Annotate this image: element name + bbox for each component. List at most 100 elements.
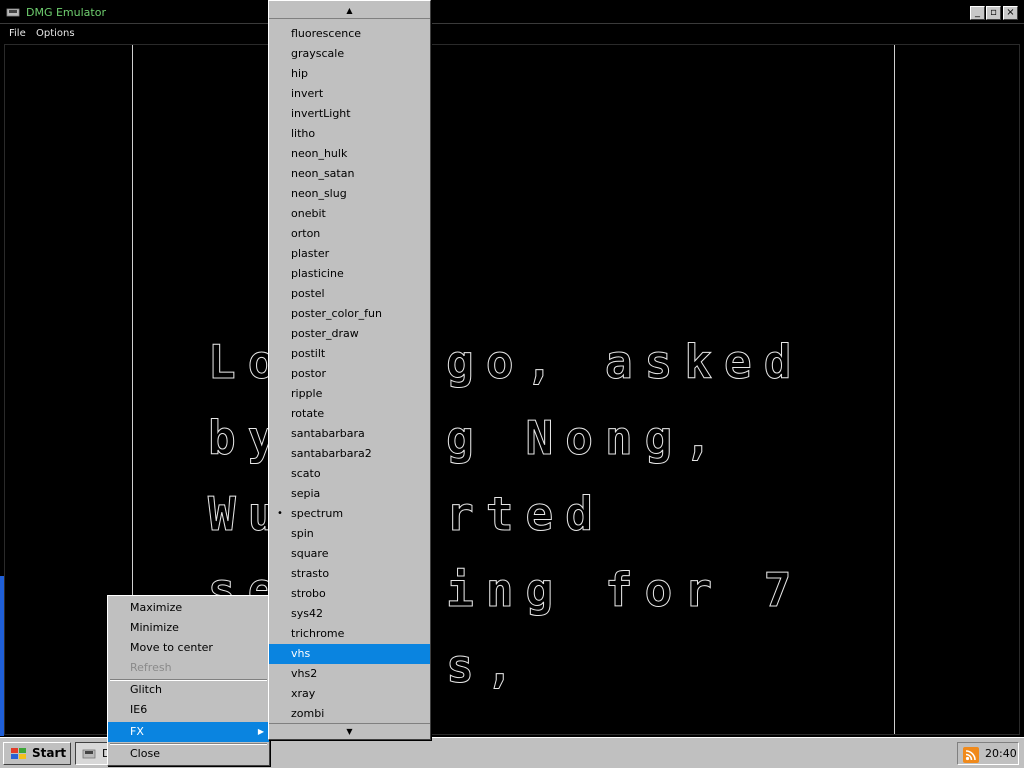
fx-item-label: fluorescence xyxy=(291,27,362,40)
window-title: DMG Emulator xyxy=(26,6,106,19)
fx-item-label: neon_satan xyxy=(291,167,355,180)
fx-item-label: neon_slug xyxy=(291,187,347,200)
menu-item-minimize[interactable]: Minimize xyxy=(108,618,269,638)
fx-item-label: santabarbara2 xyxy=(291,447,372,460)
menu-item-close[interactable]: Close xyxy=(108,744,269,764)
fx-item-orton[interactable]: orton xyxy=(269,224,430,244)
fx-item-label: spin xyxy=(291,527,314,540)
fx-item-spectrum[interactable]: • spectrum xyxy=(269,504,430,524)
fx-item-label: vhs2 xyxy=(291,667,318,680)
fx-item-onebit[interactable]: onebit xyxy=(269,204,430,224)
menu-bar: File Options xyxy=(0,25,1024,43)
fx-item-label: ripple xyxy=(291,387,323,400)
menu-item-move-to-center[interactable]: Move to center xyxy=(108,638,269,658)
fx-item-label: hip xyxy=(291,67,309,80)
fx-item-neon-slug[interactable]: neon_slug xyxy=(269,184,430,204)
fx-item-label: grayscale xyxy=(291,47,345,60)
fx-item-vhs2[interactable]: vhs2 xyxy=(269,664,430,684)
fx-item-invertlight[interactable]: invertLight xyxy=(269,104,430,124)
minimize-button[interactable]: _ xyxy=(970,6,985,20)
windows-logo-icon xyxy=(11,748,26,759)
emulator-icon xyxy=(6,8,20,17)
fx-item-strasto[interactable]: strasto xyxy=(269,564,430,584)
fx-submenu: ▲ fluorescence grayscale hip invert invertLi… xyxy=(268,0,431,740)
menu-options[interactable]: Options xyxy=(36,28,75,39)
fx-item-postilt[interactable]: postilt xyxy=(269,344,430,364)
fx-item-label: sys42 xyxy=(291,607,323,620)
fx-item-sepia[interactable]: sepia xyxy=(269,484,430,504)
fx-item-xray[interactable]: xray xyxy=(269,684,430,704)
fx-item-label: neon_hulk xyxy=(291,147,348,160)
fx-item-label: orton xyxy=(291,227,321,240)
start-button[interactable]: Start xyxy=(3,742,71,765)
fx-item-label: poster_draw xyxy=(291,327,359,340)
fx-item-label: square xyxy=(291,547,329,560)
menu-item-refresh: Refresh xyxy=(130,661,172,674)
scroll-down-arrow[interactable]: ▼ xyxy=(269,723,430,739)
start-label: Start xyxy=(32,746,67,760)
fx-item-square[interactable]: square xyxy=(269,544,430,564)
fx-item-label: plaster xyxy=(291,247,330,260)
fx-item-label: plasticine xyxy=(291,267,344,280)
fx-item-litho[interactable]: litho xyxy=(269,124,430,144)
fx-item-rotate[interactable]: rotate xyxy=(269,404,430,424)
fx-item-label: sepia xyxy=(291,487,321,500)
fx-item-label: invert xyxy=(291,87,324,100)
title-bar[interactable]: DMG Emulator _ ▫ × xyxy=(0,0,1024,24)
fx-item-scato[interactable]: scato xyxy=(269,464,430,484)
menu-item-glitch[interactable]: Glitch xyxy=(108,680,269,700)
fx-item-strobo[interactable]: strobo xyxy=(269,584,430,604)
fx-item-grayscale[interactable]: grayscale xyxy=(269,44,430,64)
fx-item-label: vhs xyxy=(291,647,311,660)
fx-item-label: xray xyxy=(291,687,316,700)
menu-file[interactable]: File xyxy=(9,28,26,39)
fx-item-label: postor xyxy=(291,367,327,380)
fx-item-label: rotate xyxy=(291,407,325,420)
rss-feed-icon[interactable] xyxy=(963,747,979,763)
menu-item-maximize[interactable]: Maximize xyxy=(108,598,269,618)
fx-item-label: postilt xyxy=(291,347,326,360)
scroll-up-arrow[interactable]: ▲ xyxy=(269,3,430,19)
fx-item-label: onebit xyxy=(291,207,326,220)
fx-item-zombi[interactable]: zombi xyxy=(269,704,430,724)
fx-item-santabarbara2[interactable]: santabarbara2 xyxy=(269,444,430,464)
fx-item-hip[interactable]: hip xyxy=(269,64,430,84)
fx-item-label: zombi xyxy=(291,707,325,720)
fx-item-spin[interactable]: spin xyxy=(269,524,430,544)
fx-item-invert[interactable]: invert xyxy=(269,84,430,104)
fx-item-label: scato xyxy=(291,467,321,480)
emulator-icon xyxy=(82,749,96,759)
menu-item-ie6[interactable]: IE6 xyxy=(108,700,269,720)
fx-item-fluorescence[interactable]: fluorescence xyxy=(269,24,430,44)
fx-item-poster-color-fun[interactable]: poster_color_fun xyxy=(269,304,430,324)
menu-item-fx-label: FX xyxy=(130,725,144,738)
fx-item-label: invertLight xyxy=(291,107,351,120)
maximize-button[interactable]: ▫ xyxy=(986,6,1001,20)
fx-item-trichrome[interactable]: trichrome xyxy=(269,624,430,644)
fx-item-neon-satan[interactable]: neon_satan xyxy=(269,164,430,184)
fx-item-santabarbara[interactable]: santabarbara xyxy=(269,424,430,444)
fx-item-poster-draw[interactable]: poster_draw xyxy=(269,324,430,344)
fx-item-postel[interactable]: postel xyxy=(269,284,430,304)
accent-bar xyxy=(0,576,4,736)
fx-item-plaster[interactable]: plaster xyxy=(269,244,430,264)
close-button[interactable]: × xyxy=(1003,6,1018,20)
context-menu: Maximize Minimize Move to center Refresh… xyxy=(107,595,270,766)
system-tray: 20:40 xyxy=(957,742,1019,765)
checked-bullet-icon: • xyxy=(277,508,283,519)
fx-item-neon-hulk[interactable]: neon_hulk xyxy=(269,144,430,164)
fx-item-label: santabarbara xyxy=(291,427,365,440)
fx-item-label: postel xyxy=(291,287,325,300)
fx-item-postor[interactable]: postor xyxy=(269,364,430,384)
submenu-arrow-icon: ▶ xyxy=(257,727,264,736)
fx-item-plasticine[interactable]: plasticine xyxy=(269,264,430,284)
fx-item-ripple[interactable]: ripple xyxy=(269,384,430,404)
fx-item-label: strasto xyxy=(291,567,330,580)
fx-item-sys42[interactable]: sys42 xyxy=(269,604,430,624)
fx-item-vhs[interactable]: vhs xyxy=(269,644,430,664)
menu-item-fx[interactable]: FX ▶ xyxy=(108,722,269,742)
fx-item-label: spectrum xyxy=(291,507,344,520)
fx-item-label: poster_color_fun xyxy=(291,307,382,320)
fx-item-label: litho xyxy=(291,127,316,140)
clock: 20:40 xyxy=(985,747,1017,760)
